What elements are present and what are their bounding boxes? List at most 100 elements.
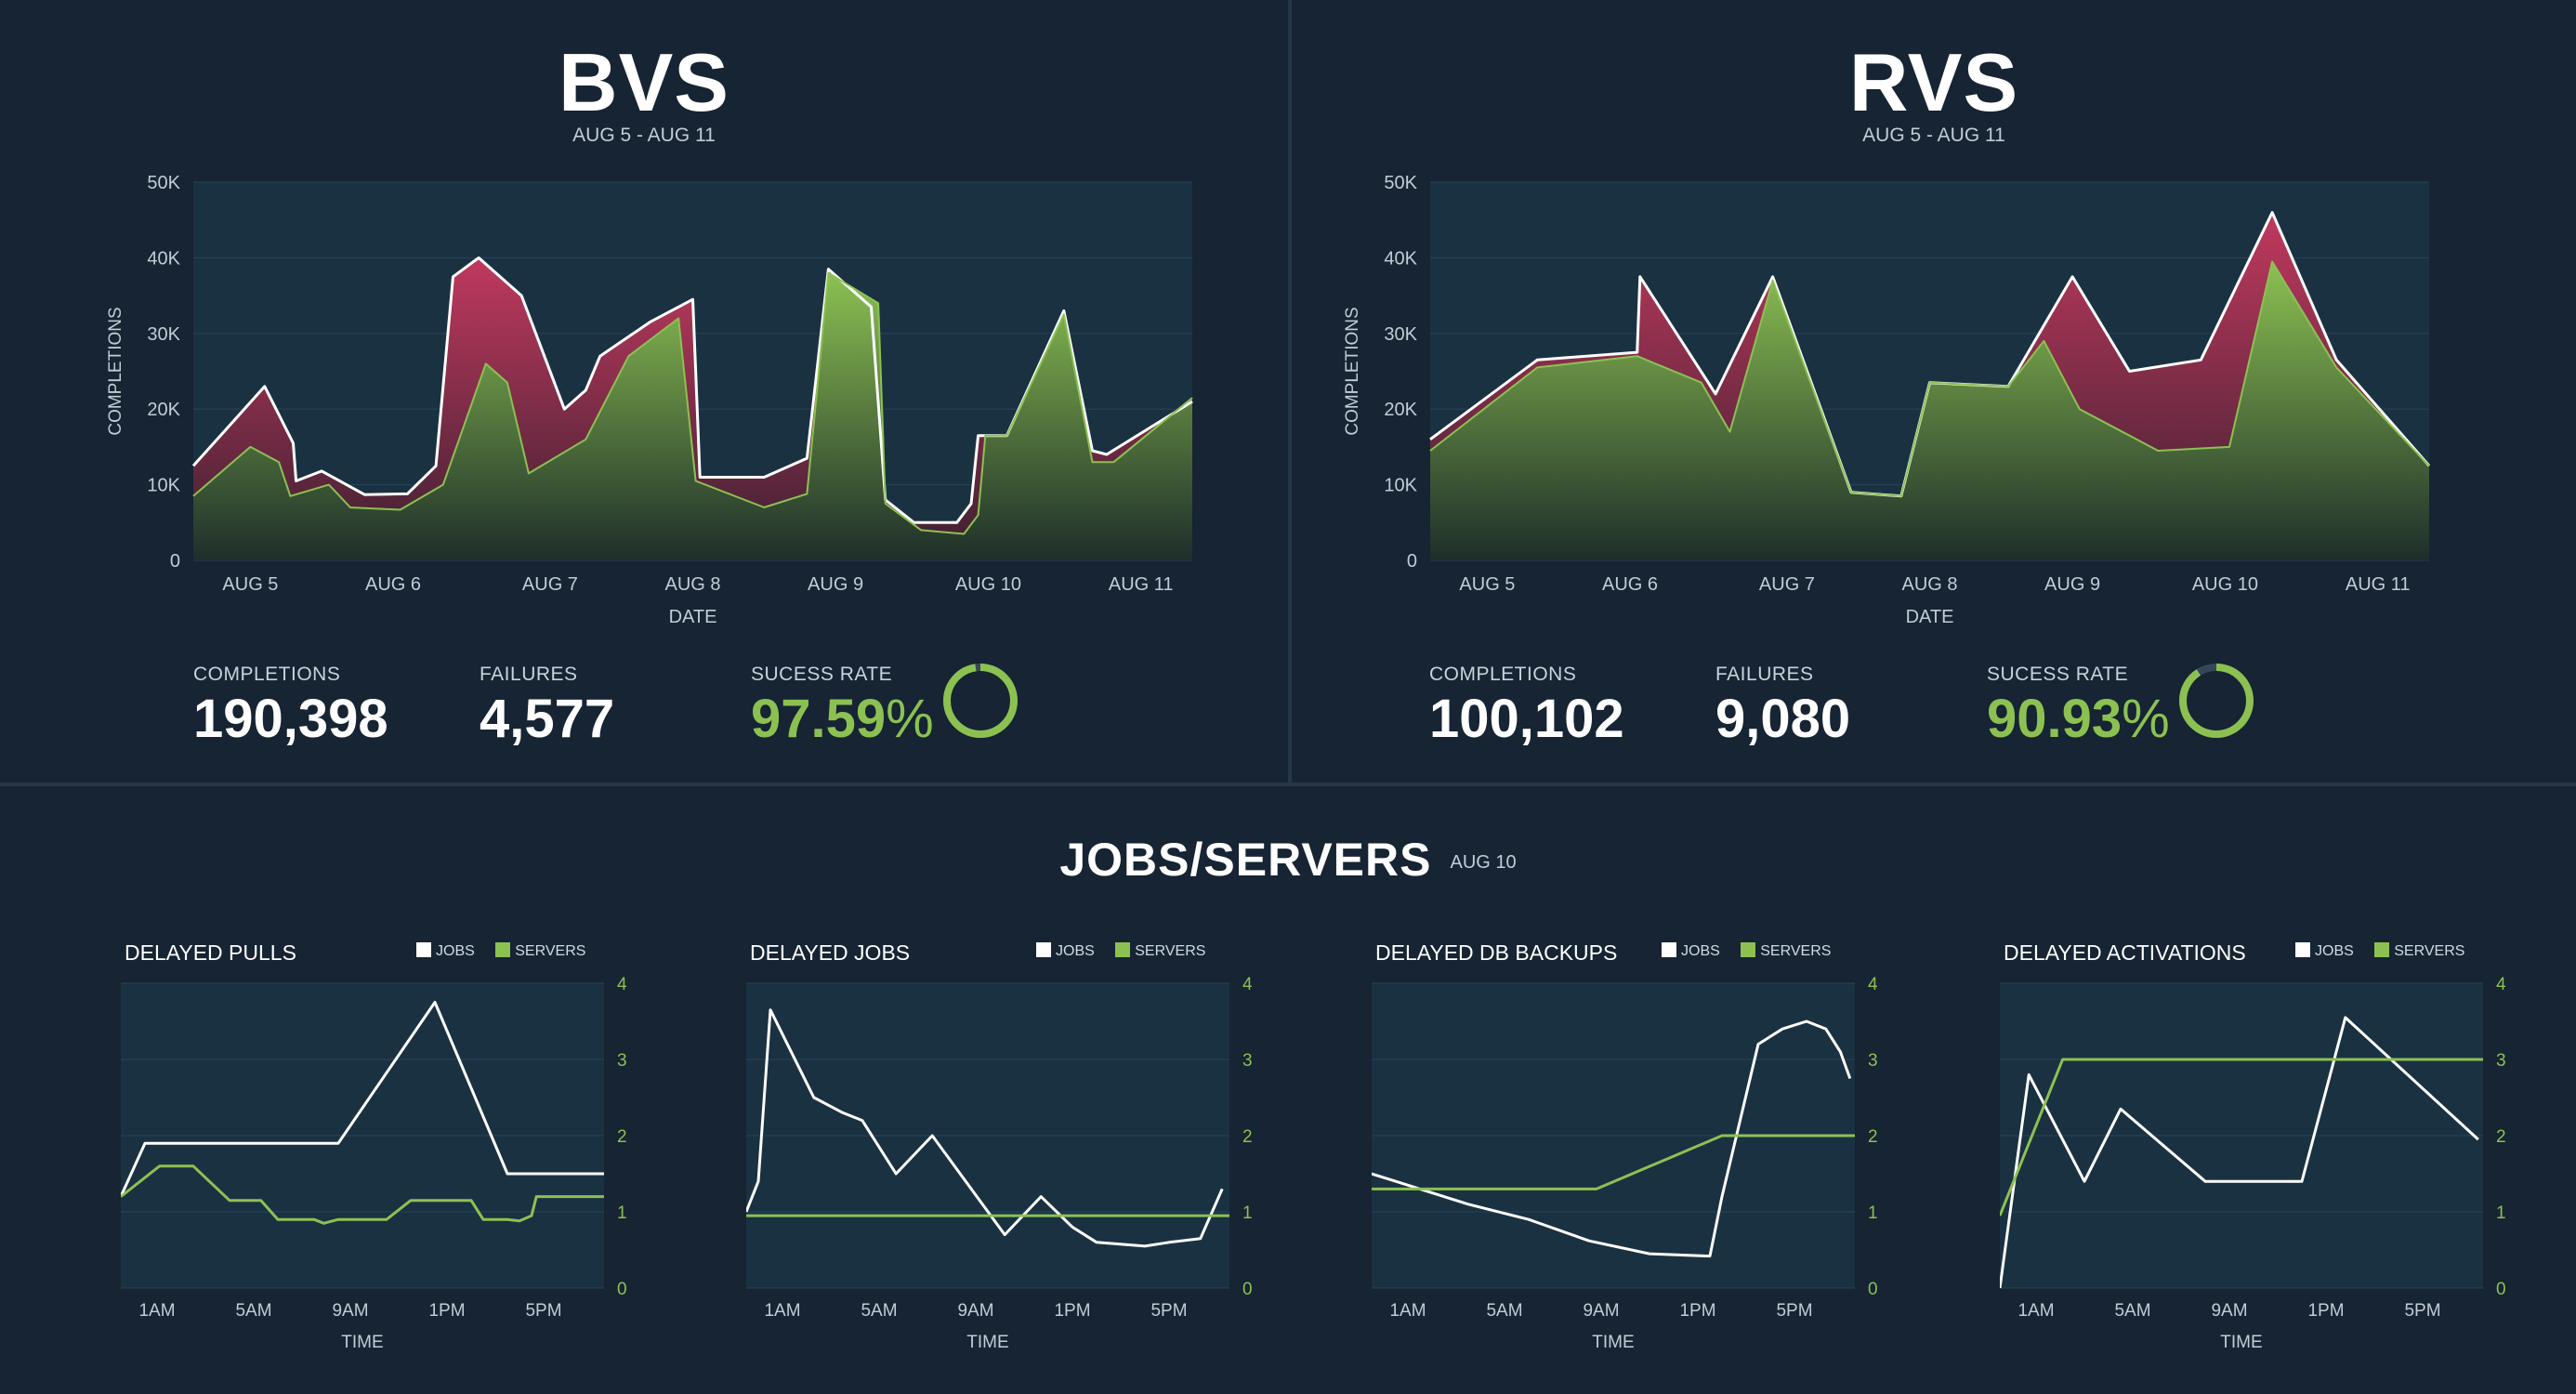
x-axis-label: TIME — [341, 1333, 383, 1352]
delayed-db-backups-plot: 0010K120K230K340K41AM5AM9AM1PM5PMTIME — [1372, 975, 1878, 1352]
plot-group: 0010K120K230K340K41AM5AM9AM1PM5PMTIME — [121, 975, 627, 1352]
x-tick-label: AUG 9 — [2044, 574, 2100, 595]
y-tick-label: 40K — [1384, 248, 1417, 269]
y-tick-label: 10K — [1384, 476, 1417, 496]
success-rate-number: 90.93 — [1987, 689, 2123, 749]
success-rate-value: 97.59% — [751, 688, 934, 750]
x-tick-label: 5AM — [861, 1301, 897, 1321]
x-axis-label: TIME — [1592, 1333, 1634, 1352]
x-tick-label: 9AM — [332, 1301, 368, 1321]
x-tick-label: AUG 7 — [1759, 574, 1815, 595]
percent-symbol: % — [2122, 689, 2170, 749]
success-rate-label: SUCESS RATE — [751, 664, 893, 685]
x-tick-label: AUG 5 — [1459, 574, 1515, 595]
delayed-pulls-chart: DELAYED PULLS JOBS SERVERS 0010K120K230K… — [121, 929, 734, 1375]
x-tick-label: AUG 11 — [2346, 574, 2411, 595]
delayed-db-backups-chart: DELAYED DB BACKUPS JOBS SERVERS 0010K120… — [1372, 929, 1985, 1375]
section-title: JOBS/SERVERS AUG 10 — [0, 833, 2576, 887]
y-right-tick-label: 2 — [1868, 1127, 1878, 1147]
y-right-tick-label: 4 — [1242, 975, 1253, 994]
section-divider — [0, 782, 2576, 786]
delayed-jobs-chart: DELAYED JOBS JOBS SERVERS 0010K120K230K3… — [746, 929, 1360, 1375]
donut-fill — [2179, 664, 2254, 738]
success-rate-stat: SUCESS RATE 97.59% — [751, 664, 934, 750]
completions-value: 100,102 — [1429, 689, 1624, 749]
y-right-tick-label: 1 — [1242, 1203, 1253, 1223]
section-date: AUG 10 — [1450, 852, 1517, 874]
y-right-tick-label: 3 — [617, 1051, 627, 1071]
x-tick-label: 1AM — [2017, 1301, 2054, 1321]
y-right-tick-label: 4 — [2496, 975, 2506, 994]
y-right-tick-label: 1 — [1868, 1203, 1878, 1223]
delayed-activations-chart: DELAYED ACTIVATIONS JOBS SERVERS 0010K12… — [2000, 929, 2576, 1375]
failures-value: 4,577 — [480, 689, 615, 749]
failures-stat: FAILURES 4,577 — [480, 664, 614, 750]
completions-label: COMPLETIONS — [1429, 664, 1577, 685]
plot-group: 0010K120K230K340K41AM5AM9AM1PM5PMTIME — [746, 975, 1253, 1352]
x-tick-label: AUG 8 — [1901, 574, 1957, 595]
y-right-tick-label: 0 — [617, 1280, 627, 1299]
y-tick-label: 10K — [147, 476, 180, 496]
success-rate-donut — [943, 664, 1018, 738]
x-tick-label: 1AM — [764, 1301, 800, 1321]
failures-value: 9,080 — [1715, 689, 1851, 749]
bvs-completions-chart: 0 10K 20K 30K 40K 50K AUG 5 AUG 6 AUG 7 AUG 8 AUG … — [106, 173, 1193, 627]
x-tick-label: AUG 11 — [1109, 574, 1174, 595]
plot-group: 0010K120K230K340K41AM5AM9AM1PM5PMTIME — [1372, 975, 1878, 1352]
x-tick-label: 9AM — [2211, 1301, 2247, 1321]
x-tick-label: 1AM — [1389, 1301, 1426, 1321]
success-rate-label: SUCESS RATE — [1987, 664, 2129, 685]
y-tick-label: 40K — [147, 248, 180, 269]
x-tick-label: 1PM — [2307, 1301, 2344, 1321]
y-tick-label: 30K — [1384, 324, 1417, 345]
y-tick-label: 20K — [1384, 400, 1417, 420]
y-right-tick-label: 0 — [1242, 1280, 1253, 1299]
x-tick-label: AUG 6 — [365, 574, 421, 595]
plot-group: 0010K120K230K340K41AM5AM9AM1PM5PMTIME — [2000, 975, 2506, 1352]
delayed-activations-plot: 0010K120K230K340K41AM5AM9AM1PM5PMTIME — [2000, 975, 2506, 1352]
x-axis-label: DATE — [669, 607, 717, 627]
y-right-tick-label: 4 — [617, 975, 627, 994]
x-tick-label: 5PM — [525, 1301, 561, 1321]
y-right-tick-label: 3 — [2496, 1051, 2506, 1071]
completions-stat: COMPLETIONS 190,398 — [193, 664, 388, 750]
y-right-tick-label: 1 — [617, 1203, 627, 1223]
delayed-jobs-plot: 0010K120K230K340K41AM5AM9AM1PM5PMTIME — [746, 975, 1253, 1352]
donut-fill — [943, 664, 1018, 738]
delayed-pulls-plot: 0010K120K230K340K41AM5AM9AM1PM5PMTIME — [121, 975, 627, 1352]
x-tick-label: 5AM — [2114, 1301, 2150, 1321]
y-right-tick-label: 4 — [1868, 975, 1878, 994]
y-right-tick-label: 2 — [2496, 1127, 2506, 1147]
y-tick-label: 0 — [170, 551, 180, 572]
x-tick-label: AUG 8 — [664, 574, 720, 595]
completions-label: COMPLETIONS — [193, 664, 341, 685]
x-tick-label: AUG 6 — [1602, 574, 1658, 595]
success-rate-value: 90.93% — [1987, 688, 2170, 750]
percent-symbol: % — [886, 689, 934, 749]
x-tick-label: 9AM — [957, 1301, 993, 1321]
y-tick-label: 50K — [147, 173, 180, 193]
x-tick-label: 5AM — [1486, 1301, 1522, 1321]
y-right-tick-label: 1 — [2496, 1203, 2506, 1223]
x-tick-label: 5AM — [235, 1301, 271, 1321]
success-rate-stat: SUCESS RATE 90.93% — [1987, 664, 2170, 750]
x-axis-label: DATE — [1906, 607, 1954, 627]
y-right-tick-label: 3 — [1242, 1051, 1253, 1071]
y-tick-label: 0 — [1407, 551, 1417, 572]
x-tick-label: 5PM — [1776, 1301, 1812, 1321]
y-right-tick-label: 3 — [1868, 1051, 1878, 1071]
x-tick-label: AUG 9 — [808, 574, 863, 595]
success-rate-donut — [2179, 664, 2254, 738]
success-rate-number: 97.59 — [751, 689, 887, 749]
y-tick-label: 30K — [147, 324, 180, 345]
rvs-completions-chart: 0 10K 20K 30K 40K 50K AUG 5 AUG 6 AUG 7 AUG 8 AUG … — [1343, 173, 2431, 627]
x-tick-label: 1PM — [428, 1301, 465, 1321]
y-tick-label: 20K — [147, 400, 180, 420]
x-tick-label: AUG 10 — [2192, 574, 2258, 595]
failures-label: FAILURES — [1715, 664, 1814, 685]
x-tick-label: AUG 10 — [955, 574, 1021, 595]
y-axis-label: COMPLETIONS — [1343, 307, 1362, 435]
x-axis-label: TIME — [2220, 1333, 2262, 1352]
y-axis-label: COMPLETIONS — [106, 307, 125, 435]
y-tick-label: 50K — [1384, 173, 1417, 193]
